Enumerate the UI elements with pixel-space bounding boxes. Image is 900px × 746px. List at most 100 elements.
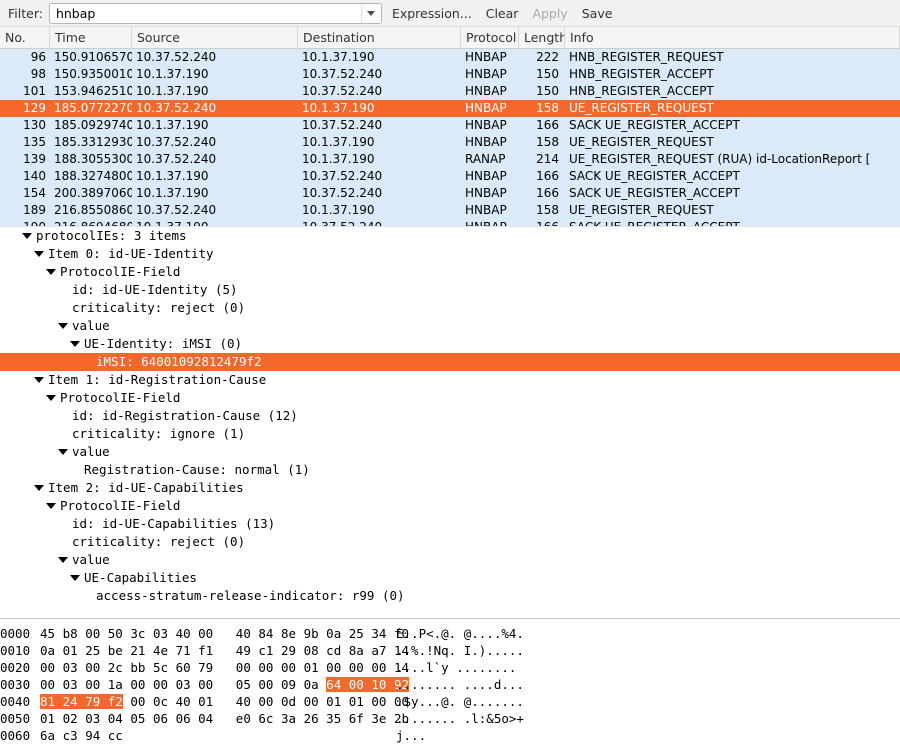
hex-byte[interactable]: 0c bbox=[153, 694, 168, 709]
hex-byte[interactable]: a7 bbox=[371, 643, 386, 658]
hex-byte[interactable]: 00 bbox=[281, 660, 296, 675]
hex-byte[interactable]: 00 bbox=[349, 677, 364, 692]
hex-dump-pane[interactable]: 000045 b8 00 50 3c 03 40 00 40 84 8e 9b … bbox=[0, 618, 900, 746]
hex-byte[interactable]: 00 bbox=[371, 694, 386, 709]
detail-row[interactable]: Registration-Cause: normal (1) bbox=[0, 461, 900, 479]
hex-byte[interactable]: cd bbox=[326, 643, 341, 658]
hex-byte[interactable]: 21 bbox=[130, 643, 145, 658]
hex-byte[interactable]: 05 bbox=[130, 711, 145, 726]
hex-byte[interactable]: 00 bbox=[236, 660, 251, 675]
hex-byte[interactable]: 40 bbox=[176, 626, 191, 641]
hex-byte[interactable]: 01 bbox=[198, 694, 213, 709]
detail-row[interactable]: Item 1: id-Registration-Cause bbox=[0, 371, 900, 389]
hex-byte[interactable]: 00 bbox=[326, 660, 341, 675]
hex-byte[interactable]: 79 bbox=[198, 660, 213, 675]
hex-byte[interactable]: c1 bbox=[258, 643, 273, 658]
apply-button[interactable]: Apply bbox=[528, 4, 571, 23]
column-header-protocol[interactable]: Protocol bbox=[461, 27, 519, 49]
detail-row[interactable]: id: id-UE-Identity (5) bbox=[0, 281, 900, 299]
hex-byte[interactable]: 06 bbox=[153, 711, 168, 726]
hex-byte[interactable]: 04 bbox=[108, 711, 123, 726]
chevron-down-icon[interactable] bbox=[361, 4, 381, 23]
hex-byte[interactable]: 40 bbox=[236, 694, 251, 709]
hex-byte[interactable]: 09 bbox=[281, 677, 296, 692]
hex-byte[interactable]: 1a bbox=[108, 677, 123, 692]
packet-row[interactable]: 96150.9106570010.37.52.24010.1.37.190HNB… bbox=[0, 49, 900, 66]
filter-input[interactable]: hnbap bbox=[50, 6, 361, 21]
hex-byte[interactable]: 6a bbox=[40, 728, 55, 743]
packet-row[interactable]: 154200.3897060010.1.37.19010.37.52.240HN… bbox=[0, 185, 900, 202]
hex-byte[interactable]: 00 bbox=[198, 677, 213, 692]
hex-row[interactable]: 00100a 01 25 be 21 4e 71 f1 49 c1 29 08 … bbox=[0, 642, 900, 659]
hex-byte[interactable]: 05 bbox=[236, 677, 251, 692]
hex-byte[interactable]: cc bbox=[108, 728, 123, 743]
hex-byte[interactable]: 94 bbox=[85, 728, 100, 743]
detail-row[interactable]: criticality: reject (0) bbox=[0, 299, 900, 317]
hex-byte[interactable]: 00 bbox=[130, 694, 145, 709]
triangle-down-icon[interactable] bbox=[34, 377, 44, 383]
hex-byte[interactable]: 3a bbox=[281, 711, 296, 726]
hex-row[interactable]: 00606a c3 94 ccj... bbox=[0, 727, 900, 744]
hex-byte[interactable]: 00 bbox=[258, 660, 273, 675]
hex-byte[interactable]: 40 bbox=[176, 694, 191, 709]
hex-byte[interactable]: 40 bbox=[236, 626, 251, 641]
hex-byte[interactable]: 5c bbox=[153, 660, 168, 675]
hex-byte[interactable]: 0a bbox=[304, 677, 319, 692]
hex-byte[interactable]: be bbox=[108, 643, 123, 658]
hex-byte[interactable]: 64 bbox=[326, 677, 341, 692]
hex-byte[interactable]: 03 bbox=[85, 711, 100, 726]
hex-row[interactable]: 000045 b8 00 50 3c 03 40 00 40 84 8e 9b … bbox=[0, 625, 900, 642]
triangle-down-icon[interactable] bbox=[58, 557, 68, 563]
detail-row[interactable]: id: id-UE-Capabilities (13) bbox=[0, 515, 900, 533]
hex-byte[interactable]: 01 bbox=[326, 694, 341, 709]
hex-byte[interactable]: 8a bbox=[349, 643, 364, 658]
hex-row[interactable]: 003000 03 00 1a 00 00 03 00 05 00 09 0a … bbox=[0, 676, 900, 693]
hex-byte[interactable]: 00 bbox=[40, 660, 55, 675]
packet-row[interactable]: 101153.9462510010.1.37.19010.37.52.240HN… bbox=[0, 83, 900, 100]
hex-byte[interactable]: 06 bbox=[176, 711, 191, 726]
hex-byte[interactable]: 49 bbox=[236, 643, 251, 658]
triangle-down-icon[interactable] bbox=[70, 341, 80, 347]
packet-row[interactable]: 139188.3055300010.37.52.24010.1.37.190RA… bbox=[0, 151, 900, 168]
hex-byte[interactable]: 08 bbox=[304, 643, 319, 658]
detail-row[interactable]: access-stratum-release-indicator: r99 (0… bbox=[0, 587, 900, 603]
hex-byte[interactable]: f2 bbox=[108, 694, 123, 709]
hex-byte[interactable]: 02 bbox=[63, 711, 78, 726]
packet-row[interactable]: 135185.3312930010.37.52.24010.1.37.190HN… bbox=[0, 134, 900, 151]
detail-row[interactable]: protocolIEs: 3 items bbox=[0, 227, 900, 245]
column-header-no[interactable]: No. bbox=[0, 27, 50, 49]
filter-combobox[interactable]: hnbap bbox=[49, 3, 382, 24]
hex-byte[interactable]: 00 bbox=[258, 677, 273, 692]
triangle-down-icon[interactable] bbox=[34, 485, 44, 491]
detail-row[interactable]: ProtocolIE-Field bbox=[0, 497, 900, 515]
triangle-down-icon[interactable] bbox=[46, 269, 56, 275]
column-header-destination[interactable]: Destination bbox=[298, 27, 461, 49]
packet-list[interactable]: 96150.9106570010.37.52.24010.1.37.190HNB… bbox=[0, 49, 900, 226]
triangle-down-icon[interactable] bbox=[58, 449, 68, 455]
hex-byte[interactable]: 45 bbox=[40, 626, 55, 641]
triangle-down-icon[interactable] bbox=[22, 233, 32, 239]
packet-detail-tree[interactable]: protocolIEs: 3 itemsItem 0: id-UE-Identi… bbox=[0, 226, 900, 603]
clear-button[interactable]: Clear bbox=[482, 4, 523, 23]
column-header-source[interactable]: Source bbox=[132, 27, 298, 49]
packet-row[interactable]: 129185.0772270010.37.52.24010.1.37.190HN… bbox=[0, 100, 900, 117]
detail-row[interactable]: UE-Capabilities bbox=[0, 569, 900, 587]
hex-byte[interactable]: e0 bbox=[236, 711, 251, 726]
detail-row[interactable]: criticality: reject (0) bbox=[0, 533, 900, 551]
hex-byte[interactable]: 01 bbox=[40, 711, 55, 726]
hex-byte[interactable]: 29 bbox=[281, 643, 296, 658]
hex-byte[interactable]: bb bbox=[130, 660, 145, 675]
triangle-down-icon[interactable] bbox=[46, 503, 56, 509]
hex-byte[interactable]: 03 bbox=[176, 677, 191, 692]
detail-row[interactable]: value bbox=[0, 317, 900, 335]
hex-byte[interactable]: 25 bbox=[349, 626, 364, 641]
hex-byte[interactable]: 01 bbox=[349, 694, 364, 709]
detail-row[interactable]: id: id-Registration-Cause (12) bbox=[0, 407, 900, 425]
hex-byte[interactable]: 6c bbox=[258, 711, 273, 726]
detail-row[interactable]: ProtocolIE-Field bbox=[0, 389, 900, 407]
hex-byte[interactable]: 81 bbox=[40, 694, 55, 709]
hex-byte[interactable]: 00 bbox=[40, 677, 55, 692]
hex-byte[interactable]: 24 bbox=[63, 694, 78, 709]
hex-byte[interactable]: 71 bbox=[176, 643, 191, 658]
hex-row[interactable]: 005001 02 03 04 05 06 06 04 e0 6c 3a 26 … bbox=[0, 710, 900, 727]
